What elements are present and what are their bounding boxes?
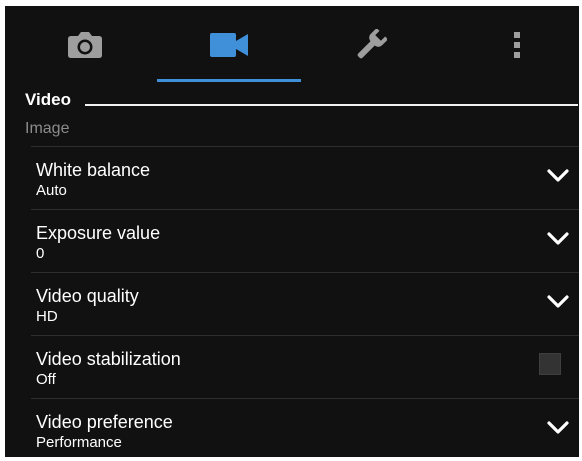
chevron-down-icon[interactable] [547, 295, 569, 309]
tab-general-settings[interactable] [311, 6, 431, 84]
setting-value: Performance [36, 434, 122, 451]
setting-video-quality[interactable]: Video quality HD [31, 272, 579, 335]
subsection-header: Image [25, 120, 70, 137]
setting-label: White balance [36, 160, 151, 180]
setting-label: Video quality [36, 286, 139, 306]
section-divider [85, 104, 578, 106]
video-camera-icon [210, 33, 248, 57]
setting-video-stabilization[interactable]: Video stabilization Off [31, 335, 579, 398]
setting-value: Off [36, 371, 56, 388]
setting-exposure-value[interactable]: Exposure value 0 [31, 209, 579, 272]
chevron-down-icon[interactable] [547, 232, 569, 246]
chevron-down-icon[interactable] [547, 169, 569, 183]
camera-settings-panel: Video Image White balance Auto Exposure … [5, 6, 579, 457]
wrench-icon [357, 29, 387, 59]
tab-video-settings[interactable] [157, 6, 301, 84]
setting-white-balance[interactable]: White balance Auto [31, 146, 579, 209]
more-vertical-icon [514, 32, 520, 58]
tab-camera-settings[interactable] [25, 6, 145, 84]
setting-label: Exposure value [36, 223, 161, 243]
active-tab-indicator [157, 79, 301, 82]
setting-video-preference[interactable]: Video preference Performance [31, 398, 579, 457]
video-stabilization-checkbox[interactable] [539, 353, 561, 375]
settings-list: White balance Auto Exposure value 0 Vide… [31, 146, 579, 457]
camera-icon [68, 32, 102, 58]
setting-label: Video preference [36, 412, 173, 432]
settings-tab-bar [5, 6, 579, 84]
chevron-down-icon[interactable] [547, 421, 569, 435]
setting-value: HD [36, 308, 58, 325]
section-title: Video [25, 90, 71, 109]
setting-label: Video stabilization [36, 349, 181, 369]
setting-value: 0 [36, 245, 45, 262]
more-options-button[interactable] [457, 6, 577, 84]
setting-value: Auto [36, 182, 67, 199]
